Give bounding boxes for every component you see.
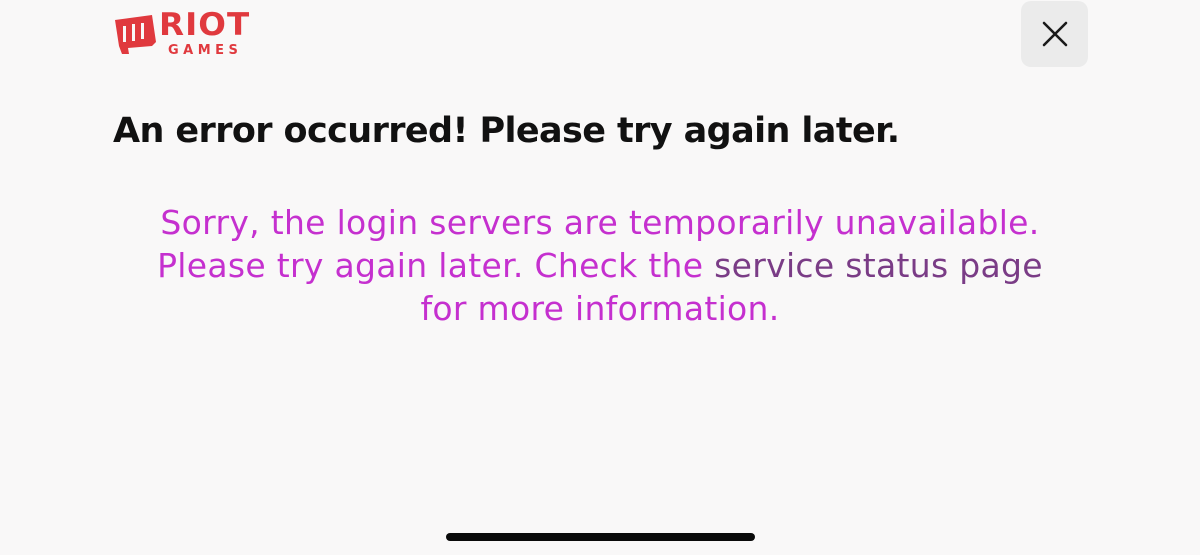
riot-fist-icon [115,15,156,54]
logo-wordmark-riot: RIOT [159,7,251,43]
error-message-before-link: Please try again later. Check the [157,246,715,285]
error-message: Sorry, the login servers are temporarily… [100,201,1100,330]
logo-wordmark-games: GAMES [168,43,243,58]
close-icon [1042,21,1067,47]
error-message-after-link: for more information. [420,289,780,328]
service-status-link[interactable]: service status page [714,246,1043,285]
error-heading: An error occurred! Please try again late… [113,111,900,151]
home-indicator[interactable] [446,533,755,541]
error-message-line1: Sorry, the login servers are temporarily… [160,203,1040,242]
riot-games-logo: RIOT GAMES [112,10,262,60]
close-button[interactable] [1021,1,1088,67]
